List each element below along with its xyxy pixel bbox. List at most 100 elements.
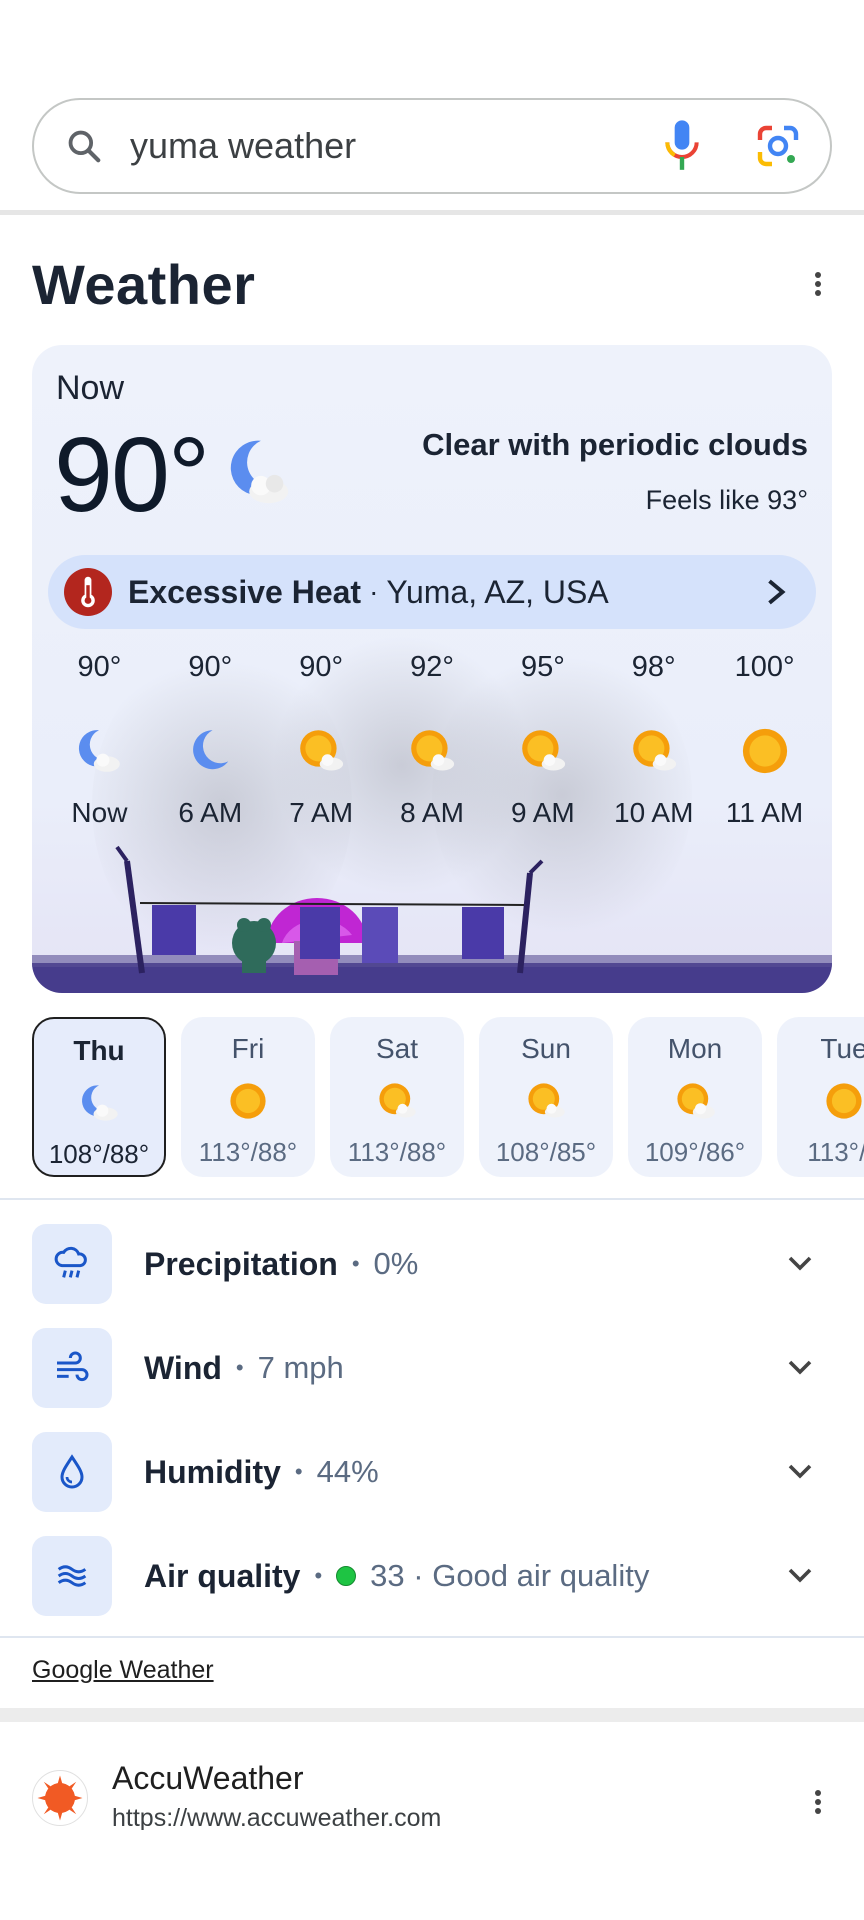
search-bar[interactable]: yuma weather bbox=[32, 98, 832, 194]
precipitation-row[interactable]: Precipitation • 0% bbox=[32, 1224, 832, 1304]
metric-name: Air quality bbox=[144, 1557, 301, 1594]
chevron-down-icon[interactable] bbox=[786, 1564, 814, 1588]
humidity-row[interactable]: Humidity • 44% bbox=[32, 1432, 832, 1512]
day-card-fri[interactable]: Fri 113°/88° bbox=[181, 1017, 315, 1177]
divider bbox=[0, 210, 864, 215]
day-name: Thu bbox=[73, 1035, 125, 1066]
thermometer-icon bbox=[64, 568, 112, 616]
day-temps: 108°/85° bbox=[495, 1137, 597, 1167]
day-card-sat[interactable]: Sat 113°/88° bbox=[330, 1017, 464, 1177]
day-name: Mon bbox=[667, 1033, 723, 1064]
hour-temp: 90° bbox=[299, 651, 344, 683]
separator-dot: • bbox=[351, 1251, 360, 1276]
hour-temp: 92° bbox=[410, 651, 454, 683]
alert-location: Yuma, AZ, USA bbox=[386, 573, 609, 610]
accuweather-logo-icon bbox=[32, 1770, 88, 1826]
air-quality-icon bbox=[32, 1536, 112, 1616]
lens-icon[interactable] bbox=[754, 122, 802, 170]
more-options-icon[interactable] bbox=[806, 1782, 830, 1822]
page-title: Weather bbox=[32, 253, 256, 316]
hourly-forecast[interactable]: 90° Now 90° 6 AM 90° 7 AM 92° 8 AM 95° 9… bbox=[44, 651, 820, 841]
hour-label: 9 AM bbox=[510, 797, 575, 828]
sun-cloud-icon bbox=[524, 1079, 568, 1123]
metric-name: Wind bbox=[144, 1349, 222, 1386]
section-divider bbox=[0, 1708, 864, 1722]
heat-alert-banner[interactable]: Excessive Heat · Yuma, AZ, USA bbox=[48, 555, 816, 629]
day-temps: 113°/88° bbox=[198, 1137, 298, 1167]
hour-temp: 90° bbox=[188, 651, 233, 683]
sun-icon bbox=[226, 1079, 270, 1123]
hour-label: 7 AM bbox=[289, 797, 354, 828]
day-temps: 113°/88° bbox=[347, 1137, 447, 1167]
moon-cloud-icon bbox=[77, 1081, 121, 1125]
hour-temp: 95° bbox=[520, 651, 565, 683]
hour-label: 10 AM bbox=[614, 797, 694, 828]
feels-like-text: Feels like 93° bbox=[645, 485, 808, 515]
sun-icon bbox=[822, 1079, 864, 1123]
sun-cloud-icon bbox=[406, 725, 458, 777]
chevron-right-icon bbox=[764, 579, 788, 605]
now-label: Now bbox=[56, 369, 125, 407]
divider bbox=[0, 1636, 864, 1638]
hour-label: 8 AM bbox=[400, 797, 464, 828]
hour-temp: 90° bbox=[77, 651, 122, 683]
hour-label: Now bbox=[71, 797, 128, 828]
day-card-sun[interactable]: Sun 108°/85° bbox=[479, 1017, 613, 1177]
hourly-item[interactable]: 98° 10 AM bbox=[598, 651, 709, 841]
moon-cloud-icon bbox=[73, 725, 125, 777]
hour-label: 11 AM bbox=[725, 797, 804, 828]
wind-icon bbox=[32, 1328, 112, 1408]
sun-cloud-icon bbox=[517, 725, 569, 777]
day-card-mon[interactable]: Mon 109°/86° bbox=[628, 1017, 762, 1177]
result-url[interactable]: https://www.accuweather.com bbox=[112, 1804, 441, 1830]
hourly-item[interactable]: 90° 6 AM bbox=[155, 651, 266, 841]
day-temps: 109°/86° bbox=[644, 1137, 746, 1167]
current-temperature: 90° bbox=[54, 416, 210, 534]
search-icon bbox=[62, 124, 106, 168]
hourly-item[interactable]: 95° 9 AM bbox=[487, 651, 598, 841]
sun-cloud-icon bbox=[295, 725, 347, 777]
moon-icon bbox=[184, 725, 236, 777]
separator-dot: • bbox=[235, 1355, 244, 1380]
day-name: Sun bbox=[521, 1033, 571, 1064]
day-temps: 108°/88° bbox=[48, 1139, 150, 1169]
result-site-name[interactable]: AccuWeather bbox=[112, 1760, 304, 1797]
hourly-item[interactable]: 90° Now bbox=[44, 651, 155, 841]
metric-name: Precipitation bbox=[144, 1245, 338, 1282]
condition-text: Clear with periodic clouds bbox=[422, 427, 808, 462]
day-card-thu[interactable]: Thu 108°/88° bbox=[32, 1017, 166, 1177]
sun-icon bbox=[739, 725, 791, 777]
wind-row[interactable]: Wind • 7 mph bbox=[32, 1328, 832, 1408]
chevron-down-icon[interactable] bbox=[786, 1460, 814, 1484]
alert-separator: · bbox=[369, 576, 379, 607]
daily-forecast[interactable]: Thu 108°/88° Fri 113°/88° Sat 113°/88° S… bbox=[32, 1017, 864, 1177]
google-weather-link[interactable]: Google Weather bbox=[32, 1656, 214, 1685]
search-result[interactable]: AccuWeather https://www.accuweather.com bbox=[32, 1760, 832, 1880]
hourly-item[interactable]: 90° 7 AM bbox=[266, 651, 377, 841]
chevron-down-icon[interactable] bbox=[786, 1356, 814, 1380]
weather-card: Now 90° Clear with periodic clouds Feels… bbox=[32, 345, 832, 993]
metric-value: 44% bbox=[316, 1454, 379, 1489]
sun-cloud-icon bbox=[673, 1079, 717, 1123]
chevron-down-icon[interactable] bbox=[786, 1252, 814, 1276]
more-options-icon[interactable] bbox=[806, 264, 830, 304]
air-quality-status-dot bbox=[336, 1566, 357, 1586]
day-name: Sat bbox=[375, 1033, 419, 1064]
metric-name: Humidity bbox=[144, 1453, 281, 1490]
sun-cloud-icon bbox=[628, 725, 680, 777]
search-input[interactable]: yuma weather bbox=[130, 125, 660, 167]
hourly-item[interactable]: 92° 8 AM bbox=[377, 651, 488, 841]
metric-value: 7 mph bbox=[257, 1350, 344, 1385]
day-temps: 113°/8 bbox=[807, 1137, 864, 1167]
hourly-item[interactable]: 100° 11 AM bbox=[709, 651, 820, 841]
hour-temp: 100° bbox=[734, 651, 795, 683]
sun-cloud-icon bbox=[375, 1079, 419, 1123]
day-name: Tue bbox=[820, 1033, 864, 1064]
alert-title: Excessive Heat bbox=[128, 573, 362, 610]
air-quality-row[interactable]: Air quality • 33 · Good air quality bbox=[32, 1536, 832, 1616]
mic-icon[interactable] bbox=[660, 116, 704, 176]
hour-label: 6 AM bbox=[178, 797, 243, 828]
moon-cloud-icon bbox=[218, 433, 296, 511]
day-card-tue[interactable]: Tue 113°/8 bbox=[777, 1017, 864, 1177]
droplet-icon bbox=[32, 1432, 112, 1512]
